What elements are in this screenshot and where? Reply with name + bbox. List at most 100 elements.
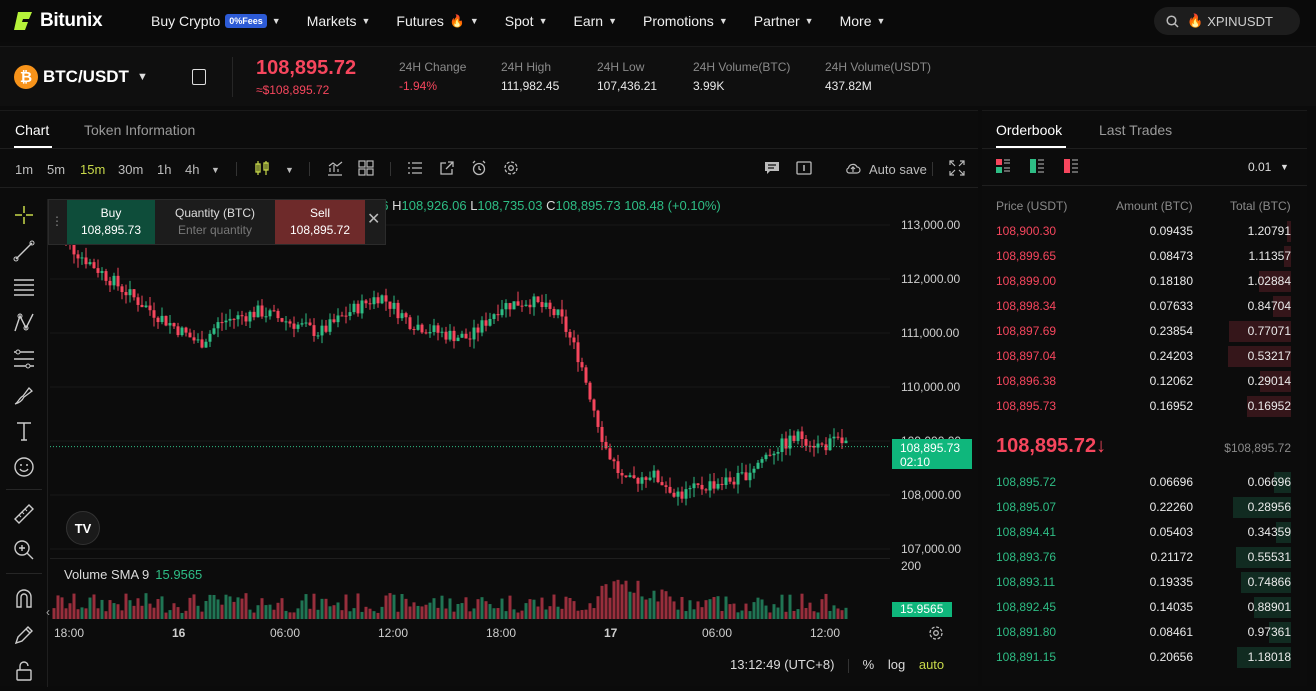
orderbook-row[interactable]: 108,895.72 0.06696 0.06696 [982, 470, 1307, 495]
horizontal-lines-icon[interactable] [12, 275, 36, 299]
volume-bar [484, 601, 488, 619]
orderbook-row[interactable]: 108,896.38 0.12062 0.29014 [982, 369, 1307, 394]
orderbook-row[interactable]: 108,892.45 0.14035 0.88901 [982, 595, 1307, 620]
orderbook-row[interactable]: 108,899.65 0.08473 1.11357 [982, 244, 1307, 269]
lock-icon[interactable] [12, 659, 36, 683]
chart-clock[interactable]: 13:12:49 (UTC+8) [730, 657, 834, 672]
text-tool-icon[interactable] [12, 419, 36, 443]
quantity-field[interactable]: Quantity (BTC) Enter quantity [155, 200, 275, 244]
orderbook-row[interactable]: 108,895.07 0.22260 0.28956 [982, 495, 1307, 520]
pair-selector[interactable]: ₿ BTC/USDT ▼ [14, 65, 148, 89]
nav-partner[interactable]: Partner ▼ [754, 13, 814, 29]
candle-body [144, 305, 148, 308]
nav-markets[interactable]: Markets ▼ [307, 13, 371, 29]
auto-save-button[interactable]: Auto save [869, 162, 927, 177]
logo-text: Bitunix [40, 10, 103, 31]
view-both-icon[interactable] [996, 159, 1010, 173]
brush-icon[interactable] [12, 383, 36, 407]
orderbook-row[interactable]: 108,894.41 0.05403 0.34359 [982, 520, 1307, 545]
precision-select[interactable]: 0.01 [1248, 160, 1271, 174]
lock-pencil-icon[interactable] [12, 623, 36, 647]
quick-buy-button[interactable]: Buy 108,895.73 [67, 200, 155, 244]
nav-more[interactable]: More ▼ [840, 13, 886, 29]
external-link-icon[interactable] [439, 160, 455, 176]
orderbook-row[interactable]: 108,897.04 0.24203 0.53217 [982, 344, 1307, 369]
candlestick-chart[interactable] [50, 199, 890, 555]
interval-1m[interactable]: 1m [15, 162, 33, 177]
layout-grid-icon[interactable] [358, 160, 374, 176]
price-axis[interactable]: 113,000.00 112,000.00 111,000.00 110,000… [890, 199, 978, 556]
tab-token-information[interactable]: Token Information [84, 122, 195, 138]
scroll-left-icon[interactable]: ‹ [46, 605, 50, 619]
tab-last-trades[interactable]: Last Trades [1099, 122, 1172, 138]
alarm-icon[interactable] [471, 160, 487, 176]
interval-30m[interactable]: 30m [118, 162, 143, 177]
volume-bar [380, 606, 384, 619]
crosshair-icon[interactable] [12, 203, 36, 227]
fib-retracement-icon[interactable] [12, 347, 36, 371]
logo[interactable]: Bitunix [14, 10, 136, 32]
candlestick-icon[interactable] [254, 160, 270, 176]
row-price: 108,893.76 [996, 550, 1057, 564]
orderbook-row[interactable]: 108,897.69 0.23854 0.77071 [982, 319, 1307, 344]
percent-scale-toggle[interactable]: % [863, 657, 875, 672]
interval-15m[interactable]: 15m [80, 162, 105, 177]
interval-1h[interactable]: 1h [157, 162, 171, 177]
candle-body [624, 475, 628, 478]
gear-icon[interactable] [503, 160, 519, 176]
chat-icon[interactable] [764, 160, 780, 176]
nav-buy-crypto[interactable]: Buy Crypto 0%Fees ▼ [151, 13, 281, 29]
nav-spot[interactable]: Spot ▼ [505, 13, 548, 29]
tab-chart[interactable]: Chart [15, 122, 49, 138]
emoji-icon[interactable] [12, 455, 36, 479]
log-scale-toggle[interactable]: log [888, 657, 905, 672]
view-bids-icon[interactable] [1030, 159, 1044, 173]
clipboard-icon[interactable] [192, 69, 206, 85]
chevron-down-icon[interactable]: ▼ [1280, 162, 1289, 172]
volume-bar [776, 607, 780, 619]
row-price: 108,899.00 [996, 274, 1057, 288]
tab-orderbook[interactable]: Orderbook [996, 122, 1062, 138]
orderbook-row[interactable]: 108,895.73 0.16952 0.16952 [982, 394, 1307, 419]
nav-earn[interactable]: Earn ▼ [574, 13, 618, 29]
candle-body [192, 337, 196, 341]
time-axis[interactable]: 18:00 16 06:00 12:00 18:00 17 06:00 12:0… [50, 624, 890, 642]
ruler-icon[interactable] [12, 502, 36, 526]
volume-bar [120, 610, 124, 619]
info-board-icon[interactable] [796, 160, 812, 176]
zoom-in-icon[interactable] [12, 538, 36, 562]
drag-handle-icon[interactable]: ⋮ [51, 214, 63, 228]
pattern-icon[interactable] [12, 311, 36, 335]
candle-body [320, 325, 324, 336]
orderbook-row[interactable]: 108,898.34 0.07633 0.84704 [982, 294, 1307, 319]
view-asks-icon[interactable] [1064, 159, 1078, 173]
magnet-icon[interactable] [12, 587, 36, 611]
indicators-icon[interactable] [327, 160, 343, 176]
orderbook-row[interactable]: 108,891.15 0.20656 1.18018 [982, 645, 1307, 670]
axis-settings-gear-icon[interactable] [928, 625, 944, 641]
orderbook-row[interactable]: 108,893.76 0.21172 0.55531 [982, 545, 1307, 570]
orderbook-row[interactable]: 108,893.11 0.19335 0.74866 [982, 570, 1307, 595]
chart-type-chevron-down-icon[interactable]: ▼ [285, 165, 294, 175]
fee-badge: 0%Fees [225, 14, 267, 28]
list-icon[interactable] [407, 160, 423, 176]
search-input[interactable]: 🔥 XPINUSDT [1154, 7, 1300, 35]
candle-body [484, 320, 488, 326]
candle-body [380, 295, 384, 304]
close-icon[interactable]: ✕ [367, 212, 383, 228]
volume-bar [416, 605, 420, 619]
orderbook-row[interactable]: 108,891.80 0.08461 0.97361 [982, 620, 1307, 645]
quick-sell-button[interactable]: Sell 108,895.72 [275, 200, 365, 244]
interval-5m[interactable]: 5m [47, 162, 65, 177]
nav-futures[interactable]: Futures 🔥 ▼ [396, 13, 478, 29]
interval-4h[interactable]: 4h [185, 162, 199, 177]
nav-label: More [839, 13, 872, 29]
orderbook-row[interactable]: 108,899.00 0.18180 1.02884 [982, 269, 1307, 294]
tradingview-logo[interactable]: TV [66, 511, 100, 545]
nav-promotions[interactable]: Promotions ▼ [643, 13, 728, 29]
interval-chevron-down-icon[interactable]: ▼ [211, 165, 220, 175]
trend-line-icon[interactable] [12, 239, 36, 263]
orderbook-row[interactable]: 108,900.30 0.09435 1.20791 [982, 219, 1307, 244]
auto-scale-toggle[interactable]: auto [919, 657, 944, 672]
fullscreen-icon[interactable] [949, 160, 965, 176]
